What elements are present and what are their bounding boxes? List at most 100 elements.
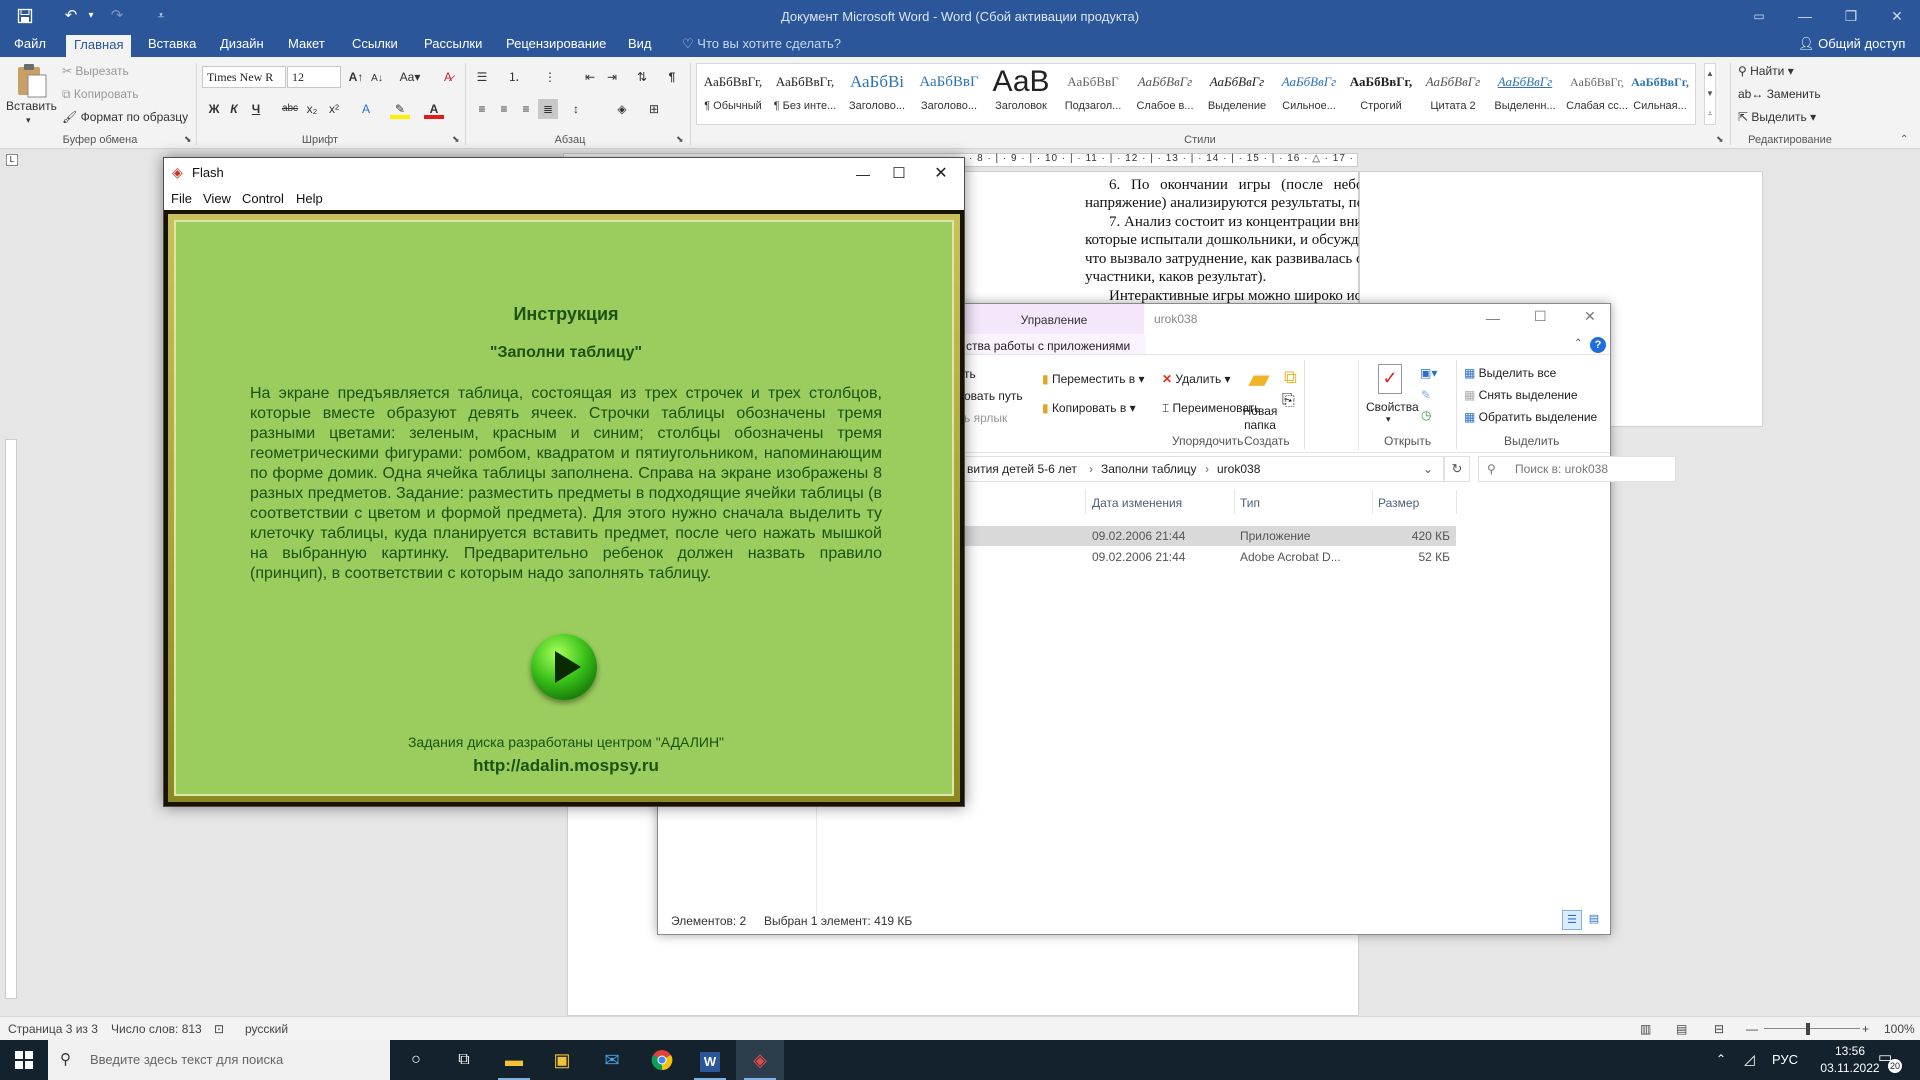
style-emphasis[interactable]: АаБбВвГг Выделение xyxy=(1201,64,1273,124)
play-button[interactable] xyxy=(531,634,597,700)
bold-button[interactable]: Ж xyxy=(204,99,224,119)
subscript-button[interactable]: x₂ xyxy=(302,99,322,119)
minimize-button[interactable]: — xyxy=(1782,0,1828,33)
word-taskbar-icon[interactable]: W xyxy=(686,1040,734,1080)
page-count[interactable]: Страница 3 из 3 xyxy=(8,1022,98,1036)
format-painter-button[interactable]: 🖌︎ Формат по образцу xyxy=(62,110,188,124)
decrease-indent-icon[interactable]: ⇤ xyxy=(580,67,600,87)
styles-launcher-icon[interactable]: ⬊ xyxy=(1716,134,1724,145)
tab-view[interactable]: Вид xyxy=(620,33,660,57)
language[interactable]: русский xyxy=(245,1022,288,1036)
print-layout-icon[interactable]: ▤ xyxy=(1676,1022,1687,1036)
new-folder-button[interactable]: Новая папка xyxy=(1238,404,1282,432)
grow-font-icon[interactable]: A↑ xyxy=(346,67,366,87)
share-button[interactable]: 👤︎ Общий доступ xyxy=(1790,33,1913,57)
tell-me-search[interactable]: ♡ Что вы хотите сделать? xyxy=(674,33,849,57)
justify-icon[interactable]: ≣ xyxy=(538,99,558,119)
find-button[interactable]: ⚲ Найти ▾ xyxy=(1738,64,1794,78)
properties-dropdown-icon[interactable]: ▾ xyxy=(1386,414,1391,425)
shading-icon[interactable]: ◈ xyxy=(612,99,632,119)
close-button[interactable]: ✕ xyxy=(1874,0,1920,33)
mail-taskbar-icon[interactable]: ✉ xyxy=(588,1040,636,1080)
zoom-level[interactable]: 100% xyxy=(1884,1022,1915,1036)
proofing-icon[interactable]: ⊡ xyxy=(214,1022,224,1036)
chrome-taskbar-icon[interactable] xyxy=(638,1040,686,1080)
column-header-size[interactable]: Размер xyxy=(1378,496,1419,510)
sort-icon[interactable]: ⇅ xyxy=(632,67,652,87)
table-row[interactable]: 09.02.2006 21:44 Adobe Acrobat D... 52 К… xyxy=(964,547,1456,567)
style-normal[interactable]: АаБбВвГг, ¶ Обычный xyxy=(697,64,769,124)
replace-button[interactable]: ab↔ Заменить xyxy=(1738,87,1821,101)
select-button[interactable]: ⇱ Выделить ▾ xyxy=(1738,110,1816,124)
language-indicator[interactable]: РУС xyxy=(1772,1052,1798,1067)
task-view-icon[interactable]: ⧉ xyxy=(440,1040,488,1080)
breadcrumb-segment[interactable]: urok038 xyxy=(1217,462,1260,476)
style-quote-2[interactable]: АаБбВвГг Цитата 2 xyxy=(1417,64,1489,124)
store-taskbar-icon[interactable]: ▣ xyxy=(538,1040,586,1080)
line-spacing-icon[interactable]: ↕ xyxy=(566,99,586,119)
column-header-type[interactable]: Тип xyxy=(1240,496,1260,510)
copy-path-partial[interactable]: овать путь xyxy=(964,389,1023,403)
breadcrumb-segment[interactable]: Заполни таблицу xyxy=(1101,462,1196,476)
style-intense-reference[interactable]: АаБбВвГг, Сильная... xyxy=(1625,64,1695,124)
style-subtitle[interactable]: АаБбВвГ Подзагол... xyxy=(1057,64,1129,124)
website-link[interactable]: http://adalin.mospsy.ru xyxy=(176,756,956,776)
tab-mailings[interactable]: Рассылки xyxy=(416,33,490,57)
style-subtle-emphasis[interactable]: АаБбВвГг Слабое в... xyxy=(1129,64,1201,124)
large-icons-view-icon[interactable]: ▤ xyxy=(1584,910,1604,930)
menu-help[interactable]: Help xyxy=(296,191,323,206)
flash-maximize-button[interactable]: ☐ xyxy=(876,160,922,188)
history-icon[interactable]: ◷ xyxy=(1421,408,1431,422)
zoom-slider[interactable] xyxy=(1764,1028,1860,1029)
increase-indent-icon[interactable]: ⇥ xyxy=(602,67,622,87)
file-explorer-taskbar-icon[interactable]: ▬ xyxy=(490,1040,538,1080)
column-header-name[interactable] xyxy=(964,490,1086,514)
font-name-field[interactable]: Times New R xyxy=(202,66,286,88)
tab-insert[interactable]: Вставка xyxy=(140,33,204,57)
network-icon[interactable]: ◿ xyxy=(1744,1051,1755,1068)
font-size-field[interactable]: 12 xyxy=(287,66,341,88)
explorer-maximize-button[interactable]: ☐ xyxy=(1534,308,1547,325)
vertical-ruler[interactable] xyxy=(0,171,22,1016)
style-strong[interactable]: АаБбВвГг, Строгий xyxy=(1345,64,1417,124)
open-icon[interactable]: ▣▾ xyxy=(1420,366,1437,380)
address-bar[interactable]: вития детей 5-6 лет › Заполни таблицу › … xyxy=(964,456,1444,482)
table-row[interactable]: 09.02.2006 21:44 Приложение 420 КБ xyxy=(964,526,1456,546)
zoom-in-icon[interactable]: + xyxy=(1862,1022,1869,1036)
explorer-minimize-button[interactable]: — xyxy=(1486,310,1500,326)
tab-design[interactable]: Дизайн xyxy=(212,33,272,57)
column-header-date[interactable]: Дата изменения xyxy=(1092,496,1182,510)
show-marks-icon[interactable]: ¶ xyxy=(662,67,682,87)
paragraph-launcher-icon[interactable]: ⬊ xyxy=(676,134,684,145)
tab-references[interactable]: Ссылки xyxy=(344,33,406,57)
flash-close-button[interactable]: ✕ xyxy=(918,160,964,188)
menu-file[interactable]: File xyxy=(171,191,192,206)
show-hidden-icons[interactable]: ⌃ xyxy=(1716,1052,1726,1066)
flash-stage[interactable]: Инструкция "Заполни таблицу" На экране п… xyxy=(164,210,964,806)
cut-button[interactable]: ✂ Вырезать xyxy=(62,64,129,78)
search-box[interactable]: ⚲ Поиск в: urok038 xyxy=(1478,456,1676,482)
change-case-icon[interactable]: Aa▾ xyxy=(396,67,424,87)
italic-button[interactable]: К xyxy=(224,99,244,119)
clipboard-launcher-icon[interactable]: ⬊ xyxy=(184,134,192,145)
details-view-icon[interactable]: ☰ xyxy=(1562,910,1582,930)
ribbon-display-icon[interactable]: ▭ xyxy=(1736,0,1782,33)
edit-icon[interactable]: ✎ xyxy=(1421,388,1431,402)
zoom-thumb[interactable] xyxy=(1806,1023,1810,1035)
help-icon[interactable]: ? xyxy=(1590,337,1606,353)
style-no-spacing[interactable]: АаБбВвГг, ¶ Без инте... xyxy=(769,64,841,124)
numbering-icon[interactable]: ⒈ xyxy=(504,67,524,87)
move-to-button[interactable]: ▮ Переместить в ▾ xyxy=(1042,372,1145,386)
cortana-icon[interactable]: ○ xyxy=(392,1040,440,1080)
text-effects-icon[interactable]: A xyxy=(356,99,376,119)
underline-button[interactable]: Ч xyxy=(246,99,266,119)
paste-dropdown-icon[interactable]: ▾ xyxy=(26,115,31,126)
tab-home[interactable]: Главная xyxy=(66,35,132,57)
paste-icon[interactable] xyxy=(14,63,50,99)
copy-button[interactable]: ⧉ Копировать xyxy=(62,87,139,102)
tab-layout[interactable]: Макет xyxy=(280,33,333,57)
borders-icon[interactable]: ⊞ xyxy=(644,99,664,119)
paste-shortcut-partial[interactable]: ь ярлык xyxy=(964,411,1007,425)
menu-view[interactable]: View xyxy=(203,191,231,206)
tab-review[interactable]: Рецензирование xyxy=(498,33,614,57)
